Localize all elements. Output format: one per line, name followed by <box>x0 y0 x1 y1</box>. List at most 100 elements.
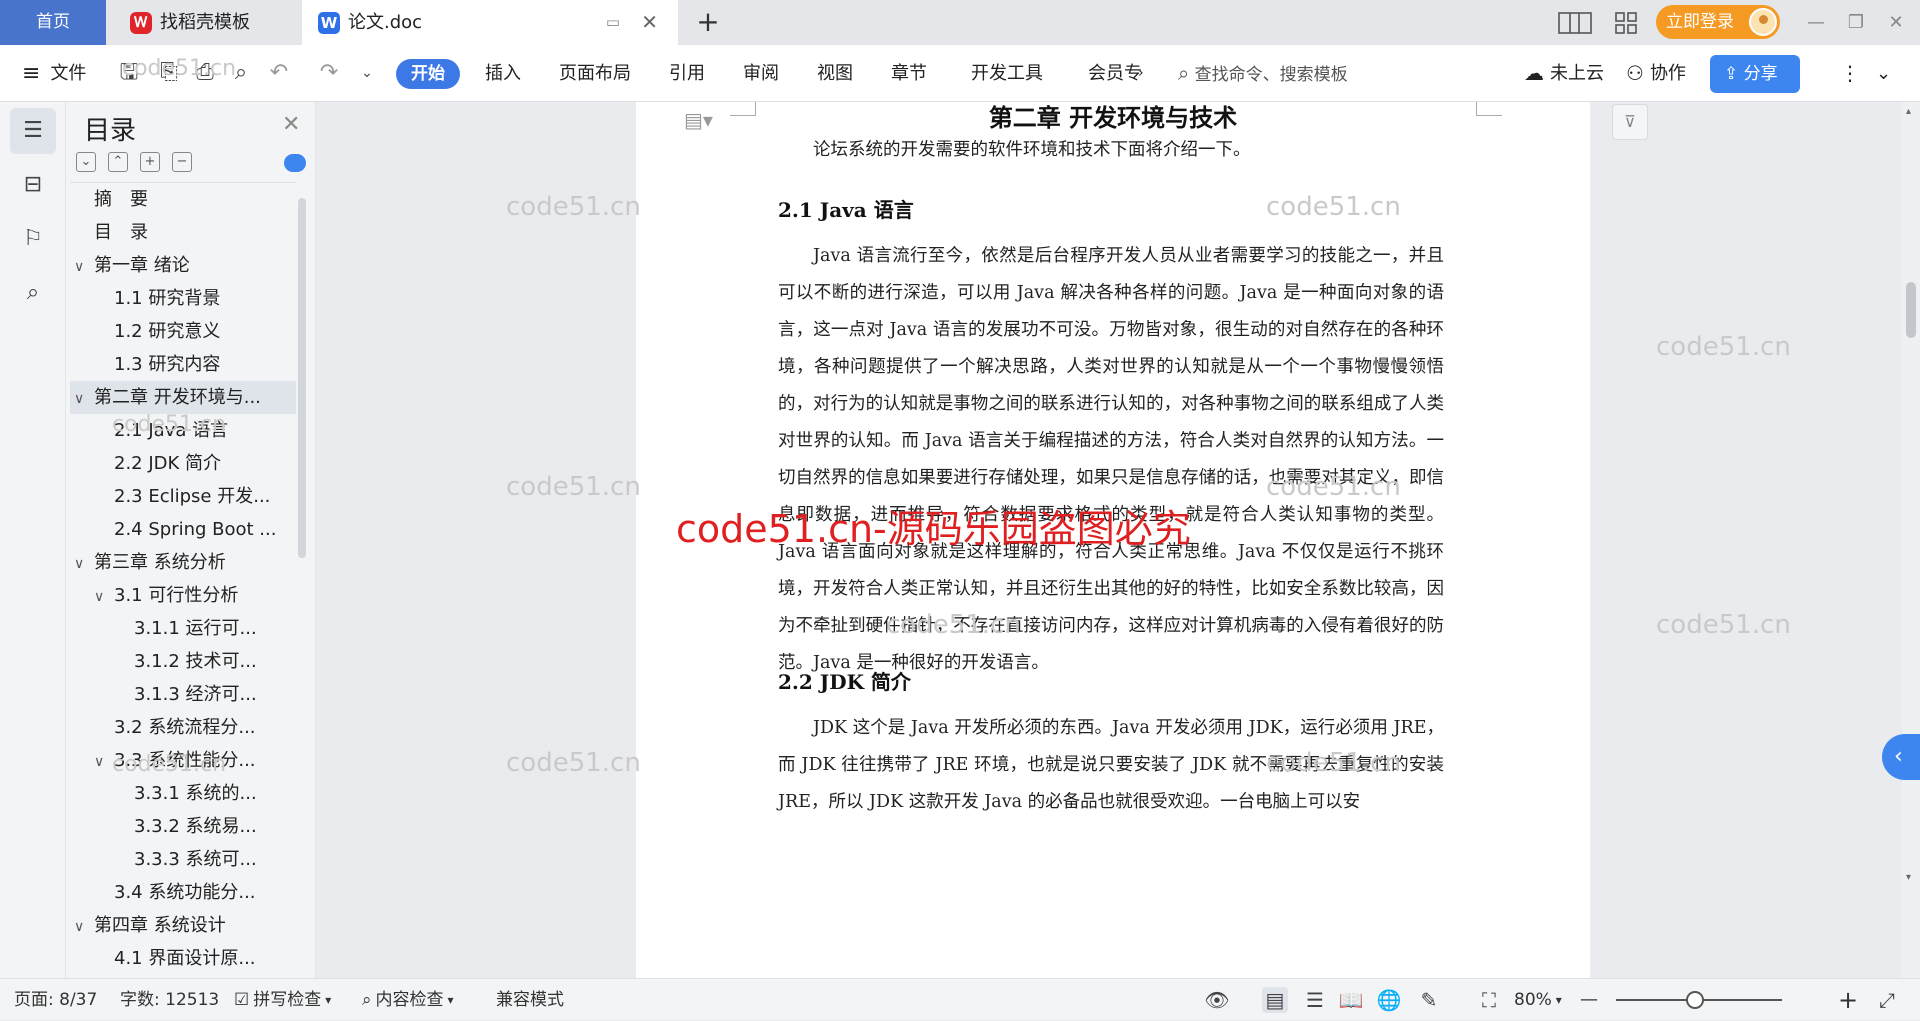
toc-panel-icon[interactable]: ☰ <box>10 108 56 154</box>
toc-item[interactable]: 目 录 <box>70 216 296 249</box>
toc-item[interactable]: 4.1 界面设计原... <box>70 942 296 975</box>
word-count[interactable]: 字数: 12513 <box>120 979 219 1021</box>
outline-view-icon[interactable]: ☰ <box>1302 987 1328 1013</box>
compat-mode: 兼容模式 <box>496 990 564 1010</box>
chevron-down-icon[interactable]: ∨ <box>74 548 94 579</box>
more-options-icon[interactable]: ⋮ <box>1840 45 1860 102</box>
chevron-down-icon[interactable]: ∨ <box>74 911 94 942</box>
toc-item[interactable]: 3.1.1 运行可... <box>70 612 296 645</box>
toc-item[interactable]: 3.3.2 系统易... <box>70 810 296 843</box>
toc-item[interactable]: 3.3.1 系统的... <box>70 777 296 810</box>
close-window-button[interactable]: ✕ <box>1876 0 1916 45</box>
tab-review[interactable]: 审阅 <box>743 45 779 102</box>
tab-developer[interactable]: 开发工具 <box>971 45 1043 102</box>
cloud-icon: ☁ <box>1524 61 1544 85</box>
toc-item[interactable]: 3.1.3 经济可... <box>70 678 296 711</box>
tab-document[interactable]: W 论文.doc ▭ ✕ <box>302 0 678 45</box>
toc-scrollbar[interactable] <box>298 198 306 558</box>
chevron-down-icon[interactable]: ∨ <box>94 746 114 777</box>
expand-down-icon[interactable]: ⌄ <box>76 152 96 172</box>
chapter-nav-icon[interactable]: ⊟ <box>10 162 56 208</box>
file-menu[interactable]: ≡ 文件 <box>22 45 86 102</box>
toc-item[interactable]: ∨ 第四章 系统设计 <box>70 909 296 942</box>
close-toc-icon[interactable]: ✕ <box>282 112 300 137</box>
toc-item[interactable]: 2.2 JDK 简介 <box>70 447 296 480</box>
toc-item-label: 第四章 系统设计 <box>94 915 226 936</box>
chevron-down-icon[interactable]: ∨ <box>74 383 94 414</box>
tab-references[interactable]: 引用 <box>669 45 705 102</box>
toc-item[interactable]: 3.4 系统功能分... <box>70 876 296 909</box>
new-tab-button[interactable]: + <box>690 0 726 45</box>
undo-icon[interactable]: ↶ <box>266 59 292 87</box>
scroll-down-icon[interactable]: ▾ <box>1906 872 1911 883</box>
toc-item-label: 2.4 Spring Boot ... <box>114 519 277 540</box>
zoom-out-button[interactable]: — <box>1580 979 1598 1021</box>
find-icon[interactable]: ⌕ <box>10 270 56 316</box>
tab-start[interactable]: 开始 <box>396 59 460 89</box>
toc-item[interactable]: 1.2 研究意义 <box>70 315 296 348</box>
chapter-title: 第二章 开发环境与技术 <box>988 103 1238 132</box>
toc-item[interactable]: 1.1 研究背景 <box>70 282 296 315</box>
toc-item[interactable]: ∨ 3.1 可行性分析 <box>70 579 296 612</box>
apps-grid-icon[interactable] <box>1614 0 1638 45</box>
chevron-down-icon[interactable]: ∨ <box>94 581 114 612</box>
watermark: code51.cn <box>112 752 227 777</box>
cloud-status[interactable]: ☁ 未上云 <box>1524 45 1604 102</box>
toc-item-label: 3.1.3 经济可... <box>134 684 257 705</box>
collapse-up-icon[interactable]: ⌃ <box>108 152 128 172</box>
scroll-up-icon[interactable]: ▴ <box>1906 106 1911 117</box>
toc-item[interactable]: 2.4 Spring Boot ... <box>70 513 296 546</box>
monitor-icon[interactable]: ▭ <box>606 0 620 45</box>
tab-page-layout[interactable]: 页面布局 <box>559 45 631 102</box>
tab-insert[interactable]: 插入 <box>485 45 521 102</box>
more-tabs-button[interactable]: › <box>1138 45 1144 102</box>
quick-access-dropdown-icon[interactable]: ⌄ <box>354 59 380 87</box>
expand-side-panel-button[interactable]: ‹ <box>1882 734 1920 780</box>
share-button[interactable]: ⇪ 分享 <box>1710 55 1800 93</box>
fullscreen-icon[interactable]: ⤢ <box>1874 987 1900 1013</box>
redo-icon[interactable]: ↷ <box>316 59 342 87</box>
command-search[interactable]: ⌕ 查找命令、搜索模板 <box>1178 45 1348 102</box>
toc-item[interactable]: 摘 要 <box>70 183 296 216</box>
docer-logo-icon: Ꮃ <box>130 11 152 34</box>
layout-icon[interactable] <box>1558 0 1592 45</box>
collapse-all-icon[interactable]: − <box>172 152 192 172</box>
toc-item[interactable]: ∨ 第二章 开发环境与... <box>70 381 296 414</box>
toc-item[interactable]: ∨ 第三章 系统分析 <box>70 546 296 579</box>
spell-check-button[interactable]: ☑ 拼写检查 ▾ <box>234 979 331 1021</box>
chevron-down-icon[interactable]: ∨ <box>74 251 94 282</box>
toc-item[interactable]: 3.1.2 技术可... <box>70 645 296 678</box>
close-tab-icon[interactable]: ✕ <box>641 0 658 45</box>
collab-button[interactable]: ⚇ 协作 <box>1626 45 1686 102</box>
toc-item[interactable]: ∨ 第一章 绪论 <box>70 249 296 282</box>
zoom-level[interactable]: 80% ▾ <box>1514 979 1562 1021</box>
toc-item[interactable]: 3.3.3 系统可... <box>70 843 296 876</box>
web-view-icon[interactable]: 🌐 <box>1376 987 1402 1013</box>
login-button[interactable]: 立即登录 <box>1656 5 1780 39</box>
fit-page-icon[interactable]: ⛶ <box>1476 987 1502 1013</box>
scrollbar-thumb[interactable] <box>1906 282 1916 338</box>
smart-toc-icon[interactable] <box>284 154 306 172</box>
page-view-icon[interactable]: ▤ <box>1262 987 1288 1013</box>
zoom-slider-handle[interactable] <box>1686 991 1704 1009</box>
toc-item[interactable]: 1.3 研究内容 <box>70 348 296 381</box>
read-view-icon[interactable]: 📖 <box>1338 987 1364 1013</box>
tab-templates[interactable]: Ꮃ 找稻壳模板 <box>108 0 302 45</box>
collapse-ribbon-icon[interactable]: ⌄ <box>1876 45 1891 102</box>
tab-view[interactable]: 视图 <box>817 45 853 102</box>
document-scrollbar[interactable]: ▴ ▾ <box>1902 102 1920 978</box>
expand-all-icon[interactable]: + <box>140 152 160 172</box>
content-check-button[interactable]: ⌕ 内容检查 ▾ <box>362 979 454 1021</box>
zoom-in-button[interactable]: + <box>1838 979 1858 1021</box>
tab-chapter[interactable]: 章节 <box>891 45 927 102</box>
tab-home[interactable]: 首页 <box>0 0 106 45</box>
bookmark-icon[interactable]: ⚐ <box>10 216 56 262</box>
page-indicator[interactable]: 页面: 8/37 <box>14 979 97 1021</box>
toc-item[interactable]: 3.2 系统流程分... <box>70 711 296 744</box>
toc-item[interactable]: 2.3 Eclipse 开发... <box>70 480 296 513</box>
minimize-button[interactable]: — <box>1796 0 1836 45</box>
side-panel-toggle-icon[interactable]: ⊽ <box>1612 104 1648 140</box>
restore-button[interactable]: ❐ <box>1836 0 1876 45</box>
write-mode-icon[interactable]: ✎ <box>1416 987 1442 1013</box>
eye-protect-icon[interactable]: 👁 <box>1204 987 1230 1013</box>
